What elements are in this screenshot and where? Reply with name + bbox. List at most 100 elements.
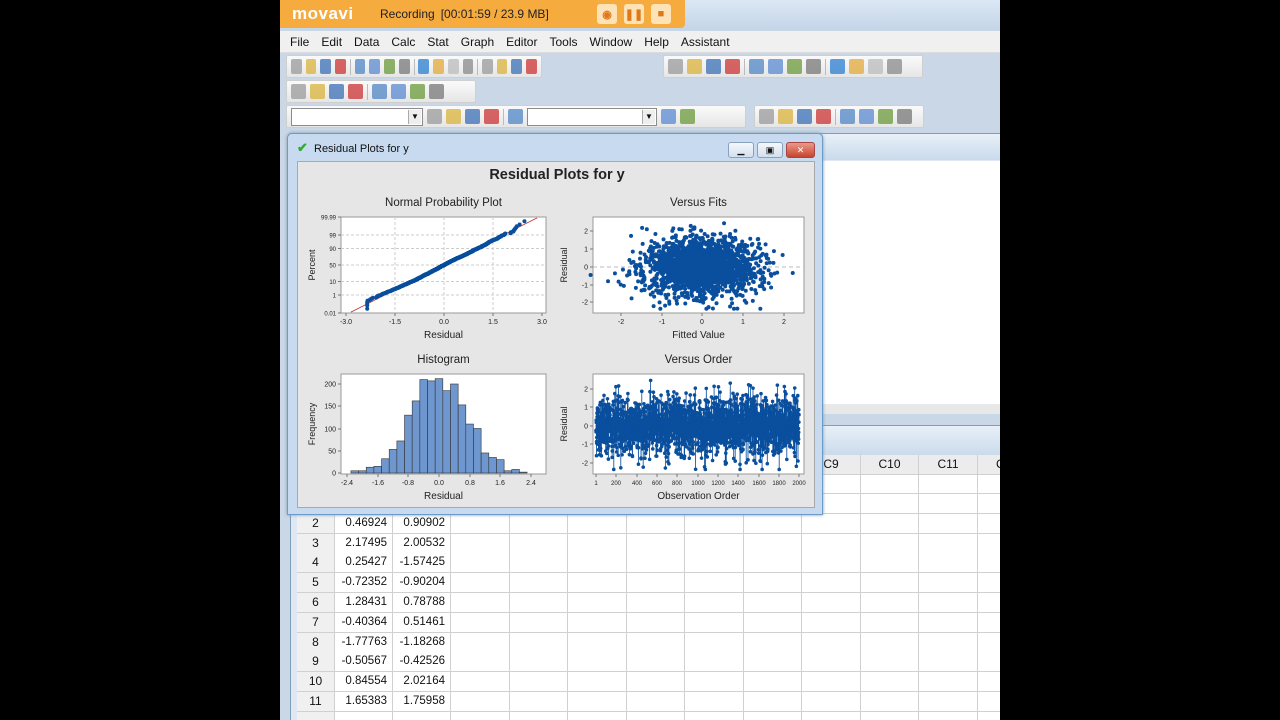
table-cell[interactable] [568, 711, 627, 720]
menu-assistant[interactable]: Assistant [681, 35, 730, 49]
table-cell[interactable] [861, 672, 919, 693]
table-cell[interactable] [568, 533, 627, 554]
minimize-button[interactable]: ▁ [728, 142, 754, 158]
table-cell[interactable] [627, 553, 685, 574]
column-header[interactable]: C11 [919, 455, 978, 475]
table-cell[interactable] [510, 672, 568, 693]
table-cell[interactable] [978, 553, 1000, 574]
table-cell[interactable] [861, 652, 919, 673]
layout-icon[interactable] [868, 59, 883, 74]
graph-element-dropdown[interactable]: ▼ [291, 107, 423, 126]
redo-icon[interactable] [398, 59, 410, 74]
menu-data[interactable]: Data [354, 35, 379, 49]
table-cell[interactable] [919, 593, 978, 613]
table-cell[interactable] [861, 513, 919, 534]
table-cell[interactable] [451, 711, 510, 720]
table-cell[interactable] [978, 711, 1000, 720]
table-cell[interactable] [510, 711, 568, 720]
table-cell[interactable] [802, 573, 861, 594]
table-cell[interactable] [802, 553, 861, 574]
table-cell[interactable] [510, 513, 568, 534]
table-cell[interactable]: -1.18268 [393, 632, 451, 653]
table-cell[interactable] [744, 573, 802, 594]
swap-icon[interactable] [508, 109, 523, 124]
table-cell[interactable] [568, 692, 627, 712]
table-cell[interactable] [978, 533, 1000, 554]
table-cell[interactable] [451, 692, 510, 712]
session-icon[interactable] [418, 59, 430, 74]
table-cell[interactable] [627, 593, 685, 613]
table-cell[interactable] [978, 652, 1000, 673]
crosshair-icon[interactable] [465, 109, 480, 124]
table-cell[interactable] [451, 632, 510, 653]
report-icon[interactable] [768, 59, 783, 74]
menu-editor[interactable]: Editor [506, 35, 537, 49]
row-number[interactable]: 4 [297, 553, 335, 574]
table-cell[interactable]: 2.02164 [393, 672, 451, 693]
session-output[interactable] [821, 161, 1000, 404]
down-icon[interactable] [447, 59, 459, 74]
table-cell[interactable] [685, 513, 744, 534]
table-cell[interactable] [744, 692, 802, 712]
graph-canvas[interactable]: Residual Plots for y Normal Probability … [297, 161, 815, 508]
insert-columns-icon[interactable] [348, 84, 363, 99]
table-cell[interactable] [802, 513, 861, 534]
table-cell[interactable] [510, 692, 568, 712]
table-cell[interactable] [861, 593, 919, 613]
table-cell[interactable] [978, 672, 1000, 693]
menu-tools[interactable]: Tools [549, 35, 577, 49]
up-icon[interactable] [433, 59, 444, 74]
table-cell[interactable] [861, 573, 919, 594]
table-cell[interactable] [451, 593, 510, 613]
table-cell[interactable] [744, 672, 802, 693]
table-cell[interactable] [802, 593, 861, 613]
table-cell[interactable]: 0.46924 [335, 513, 393, 534]
table-cell[interactable] [451, 573, 510, 594]
clear-icon[interactable] [391, 84, 406, 99]
table-cell[interactable] [861, 632, 919, 653]
table-cell[interactable] [978, 593, 1000, 613]
erase-icon[interactable] [429, 84, 444, 99]
table-cell[interactable] [919, 632, 978, 653]
show-graphs-icon[interactable] [706, 59, 721, 74]
table-cell[interactable] [451, 612, 510, 633]
table-cell[interactable] [510, 612, 568, 633]
table-cell[interactable] [510, 652, 568, 673]
close-all-graphs-icon[interactable] [887, 59, 902, 74]
zoom-icon[interactable] [680, 109, 695, 124]
menu-window[interactable]: Window [590, 35, 633, 49]
table-cell[interactable] [919, 692, 978, 712]
table-cell[interactable]: 0.51461 [393, 612, 451, 633]
clear-format-icon[interactable] [410, 84, 425, 99]
table-cell[interactable]: 1.75958 [393, 692, 451, 712]
new-worksheet-icon[interactable] [787, 59, 802, 74]
table-cell[interactable]: 1.28431 [335, 593, 393, 613]
table-cell[interactable] [744, 612, 802, 633]
menu-stat[interactable]: Stat [427, 35, 448, 49]
table-cell[interactable] [627, 612, 685, 633]
find-next-icon[interactable] [481, 59, 493, 74]
table-cell[interactable] [861, 553, 919, 574]
table-cell[interactable] [744, 533, 802, 554]
table-cell[interactable] [802, 632, 861, 653]
table-cell[interactable] [978, 573, 1000, 594]
cut-icon[interactable] [335, 59, 346, 74]
table-cell[interactable] [978, 612, 1000, 633]
table-cell[interactable] [744, 513, 802, 534]
scripts-icon[interactable] [830, 59, 845, 74]
table-cell[interactable] [685, 573, 744, 594]
table-cell[interactable] [685, 632, 744, 653]
table-cell[interactable] [919, 612, 978, 633]
table-cell[interactable] [510, 632, 568, 653]
chevron-down-icon[interactable]: ▼ [642, 109, 655, 124]
table-cell[interactable] [744, 652, 802, 673]
table-cell[interactable] [451, 553, 510, 574]
history-icon[interactable] [749, 59, 764, 74]
table-cell[interactable] [568, 553, 627, 574]
table-cell[interactable] [802, 533, 861, 554]
table-cell[interactable] [335, 711, 393, 720]
move-columns-icon[interactable] [372, 84, 387, 99]
row-number[interactable]: 11 [297, 692, 335, 712]
save-icon[interactable] [305, 59, 317, 74]
table-cell[interactable] [393, 711, 451, 720]
